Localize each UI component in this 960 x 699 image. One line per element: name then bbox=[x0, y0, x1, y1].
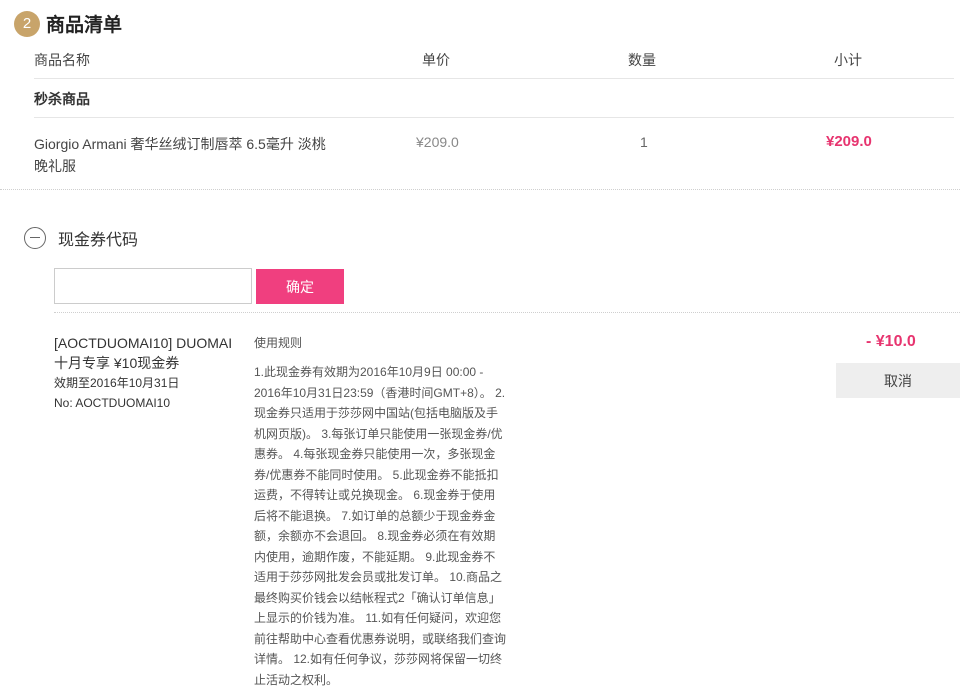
header-product-name: 商品名称 bbox=[34, 52, 90, 68]
product-name: Giorgio Armani 奢华丝绒订制唇萃 6.5毫升 淡桃晚礼服 bbox=[34, 136, 326, 174]
coupon-code: No: AOCTDUOMAI10 bbox=[54, 396, 171, 410]
header-quantity: 数量 bbox=[628, 52, 656, 68]
divider bbox=[54, 312, 960, 313]
divider bbox=[34, 117, 954, 118]
rules-title: 使用规则 bbox=[254, 336, 303, 350]
collapse-icon[interactable] bbox=[24, 227, 46, 249]
coupon-expiry: 效期至2016年10月31日 bbox=[54, 376, 180, 390]
group-label: 秒杀商品 bbox=[34, 91, 90, 107]
section-header: 2 商品清单 bbox=[14, 10, 122, 37]
coupon-name: [AOCTDUOMAI10] DUOMAI十月专享 ¥10现金券 bbox=[54, 335, 233, 371]
product-quantity: 1 bbox=[640, 134, 648, 150]
rules-text: 1.此现金券有效期为2016年10月9日 00:00 - 2016年10月31日… bbox=[254, 365, 507, 687]
applied-coupon-info: [AOCTDUOMAI10] DUOMAI十月专享 ¥10现金券 效期至2016… bbox=[54, 333, 234, 413]
step-number-badge: 2 bbox=[14, 10, 40, 37]
coupon-discount-amount: - ¥10.0 bbox=[866, 333, 916, 350]
header-unit-price: 单价 bbox=[422, 52, 450, 68]
section-title: 商品清单 bbox=[46, 15, 123, 36]
product-unit-price: ¥209.0 bbox=[416, 134, 459, 150]
coupon-code-input[interactable] bbox=[54, 268, 252, 304]
coupon-section-toggle[interactable]: 现金券代码 bbox=[24, 226, 138, 250]
header-subtotal: 小计 bbox=[834, 52, 862, 68]
coupon-section-title: 现金券代码 bbox=[58, 232, 139, 249]
cancel-coupon-button[interactable]: 取消 bbox=[836, 363, 960, 398]
coupon-rules: 使用规则 1.此现金券有效期为2016年10月9日 00:00 - 2016年1… bbox=[254, 334, 506, 690]
confirm-coupon-button[interactable]: 确定 bbox=[256, 269, 344, 304]
product-subtotal: ¥209.0 bbox=[826, 133, 872, 150]
divider bbox=[0, 189, 960, 190]
table-header: 商品名称 单价 数量 小计 bbox=[34, 50, 954, 79]
